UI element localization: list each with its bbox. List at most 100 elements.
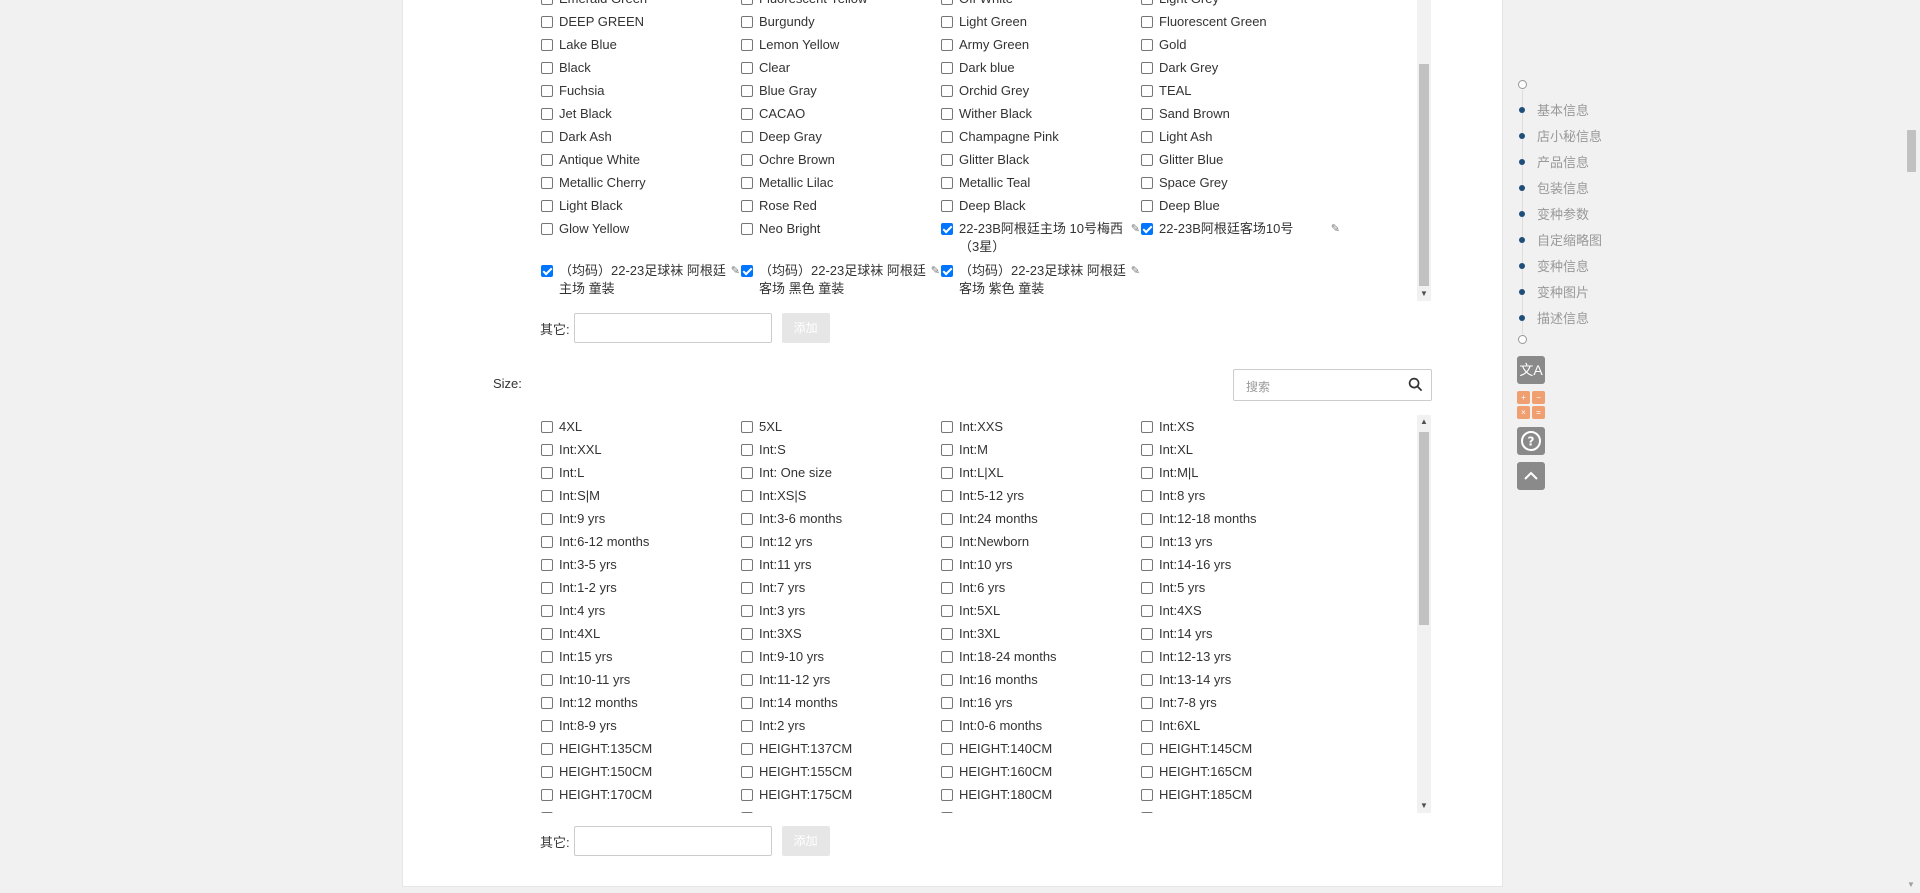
option-item[interactable]: HEIGHT:140CM bbox=[940, 738, 1140, 761]
option-checkbox[interactable] bbox=[741, 131, 753, 143]
option-checkbox[interactable] bbox=[1141, 39, 1153, 51]
option-item[interactable]: Int:3-6 months bbox=[740, 508, 940, 531]
option-item[interactable]: Wither Black bbox=[940, 103, 1140, 126]
option-checkbox[interactable] bbox=[741, 812, 753, 813]
option-item[interactable]: Int:6 yrs bbox=[940, 577, 1140, 600]
option-checkbox[interactable] bbox=[741, 16, 753, 28]
option-item[interactable]: CACAO bbox=[740, 103, 940, 126]
scroll-down-arrow[interactable]: ▼ bbox=[1417, 287, 1431, 301]
option-item[interactable]: Int:XXS bbox=[940, 416, 1140, 439]
nav-item[interactable]: 自定缩略图 bbox=[1519, 230, 1602, 249]
option-checkbox[interactable] bbox=[541, 697, 553, 709]
option-checkbox[interactable] bbox=[941, 789, 953, 801]
option-item[interactable]: Int: One size bbox=[740, 462, 940, 485]
option-item[interactable]: Int:M|L bbox=[1140, 462, 1340, 485]
option-checkbox[interactable] bbox=[941, 131, 953, 143]
option-checkbox[interactable] bbox=[741, 39, 753, 51]
edit-pencil-icon[interactable]: ✎ bbox=[731, 262, 740, 280]
option-item[interactable]: Antique White bbox=[540, 149, 740, 172]
option-checkbox[interactable] bbox=[1141, 62, 1153, 74]
option-item[interactable]: Int:4XL bbox=[540, 623, 740, 646]
edit-pencil-icon[interactable]: ✎ bbox=[1331, 220, 1340, 238]
option-item[interactable]: Int:L|XL bbox=[940, 462, 1140, 485]
scrollbar-thumb[interactable] bbox=[1419, 64, 1429, 286]
option-checkbox[interactable] bbox=[941, 108, 953, 120]
option-item[interactable]: Int:3 yrs bbox=[740, 600, 940, 623]
option-item[interactable]: Neo Bright bbox=[740, 218, 940, 260]
option-checkbox[interactable] bbox=[741, 559, 753, 571]
nav-item[interactable]: 产品信息 bbox=[1519, 152, 1589, 171]
option-checkbox[interactable] bbox=[741, 62, 753, 74]
search-icon[interactable] bbox=[1408, 377, 1423, 392]
option-item[interactable]: 4XL bbox=[540, 416, 740, 439]
option-checkbox[interactable] bbox=[741, 421, 753, 433]
nav-item[interactable]: 店小秘信息 bbox=[1519, 126, 1602, 145]
option-item[interactable]: HEIGHT:145CM bbox=[1140, 738, 1340, 761]
option-item[interactable]: Int:12-18 months bbox=[1140, 508, 1340, 531]
option-checkbox[interactable] bbox=[1141, 789, 1153, 801]
option-checkbox[interactable] bbox=[941, 0, 953, 5]
option-item[interactable]: Int:16 months bbox=[940, 669, 1140, 692]
option-item[interactable]: Deep Blue bbox=[1140, 195, 1340, 218]
option-checkbox[interactable] bbox=[741, 85, 753, 97]
option-checkbox[interactable] bbox=[541, 467, 553, 479]
option-checkbox[interactable] bbox=[741, 223, 753, 235]
option-checkbox[interactable] bbox=[1141, 513, 1153, 525]
option-checkbox[interactable] bbox=[541, 265, 553, 277]
option-item[interactable]: Ochre Brown bbox=[740, 149, 940, 172]
option-item[interactable]: Int:18-24 months bbox=[940, 646, 1140, 669]
option-item[interactable]: Int:6-12 months bbox=[540, 531, 740, 554]
option-checkbox[interactable] bbox=[941, 651, 953, 663]
option-checkbox[interactable] bbox=[541, 154, 553, 166]
option-checkbox[interactable] bbox=[741, 0, 753, 5]
option-item[interactable]: Metallic Cherry bbox=[540, 172, 740, 195]
option-item[interactable]: Int:12-13 yrs bbox=[1140, 646, 1340, 669]
option-item[interactable]: Int:0-6 months bbox=[940, 715, 1140, 738]
option-checkbox[interactable] bbox=[741, 582, 753, 594]
option-item[interactable]: Int:5XL bbox=[940, 600, 1140, 623]
option-item[interactable]: Int:XL bbox=[1140, 439, 1340, 462]
option-item[interactable]: 5XL bbox=[740, 416, 940, 439]
option-checkbox[interactable] bbox=[741, 720, 753, 732]
option-item[interactable]: Dark Grey bbox=[1140, 57, 1340, 80]
option-item[interactable]: Deep Gray bbox=[740, 126, 940, 149]
option-item[interactable]: Fluorescent Green bbox=[1140, 11, 1340, 34]
option-item[interactable]: HEIGHT:137CM bbox=[740, 738, 940, 761]
option-checkbox[interactable] bbox=[741, 536, 753, 548]
option-item[interactable]: Jet Black bbox=[540, 103, 740, 126]
option-item[interactable]: Light Green bbox=[940, 11, 1140, 34]
option-checkbox[interactable] bbox=[741, 674, 753, 686]
page-scroll-down-arrow[interactable]: ▼ bbox=[1907, 880, 1915, 889]
option-checkbox[interactable] bbox=[941, 154, 953, 166]
option-checkbox[interactable] bbox=[541, 85, 553, 97]
option-item[interactable]: HEIGHT:175CM bbox=[740, 784, 940, 807]
help-button[interactable]: ? bbox=[1517, 427, 1545, 455]
option-item[interactable]: Int:5-12 yrs bbox=[940, 485, 1140, 508]
option-item[interactable]: DEEP GREEN bbox=[540, 11, 740, 34]
option-item[interactable]: Lemon Yellow bbox=[740, 34, 940, 57]
option-checkbox[interactable] bbox=[1141, 108, 1153, 120]
option-checkbox[interactable] bbox=[741, 177, 753, 189]
option-checkbox[interactable] bbox=[741, 200, 753, 212]
option-checkbox[interactable] bbox=[1141, 177, 1153, 189]
option-checkbox[interactable] bbox=[1141, 490, 1153, 502]
size-search-input[interactable]: 搜索 bbox=[1233, 369, 1432, 401]
option-item[interactable]: Int:14 yrs bbox=[1140, 623, 1340, 646]
option-checkbox[interactable] bbox=[741, 265, 753, 277]
option-item[interactable]: Int:24 months bbox=[940, 508, 1140, 531]
option-item[interactable]: HEIGHT:60CM bbox=[940, 807, 1140, 813]
option-item[interactable]: 22-23B阿根廷主场 10号梅西（3星） ✎ bbox=[940, 218, 1140, 260]
option-checkbox[interactable] bbox=[741, 697, 753, 709]
option-checkbox[interactable] bbox=[941, 743, 953, 755]
option-checkbox[interactable] bbox=[541, 651, 553, 663]
back-to-top-button[interactable] bbox=[1517, 462, 1545, 490]
option-item[interactable]: Int:13-14 yrs bbox=[1140, 669, 1340, 692]
option-item[interactable]: Int:M bbox=[940, 439, 1140, 462]
option-checkbox[interactable] bbox=[941, 467, 953, 479]
option-item[interactable]: Int:9-10 yrs bbox=[740, 646, 940, 669]
option-item[interactable]: Int:9 yrs bbox=[540, 508, 740, 531]
option-checkbox[interactable] bbox=[541, 559, 553, 571]
option-item[interactable]: （均码）22-23足球袜 阿根廷客场 紫色 童装 ✎ bbox=[940, 260, 1140, 301]
option-item[interactable]: Fuchsia bbox=[540, 80, 740, 103]
option-item[interactable]: Int:1-2 yrs bbox=[540, 577, 740, 600]
